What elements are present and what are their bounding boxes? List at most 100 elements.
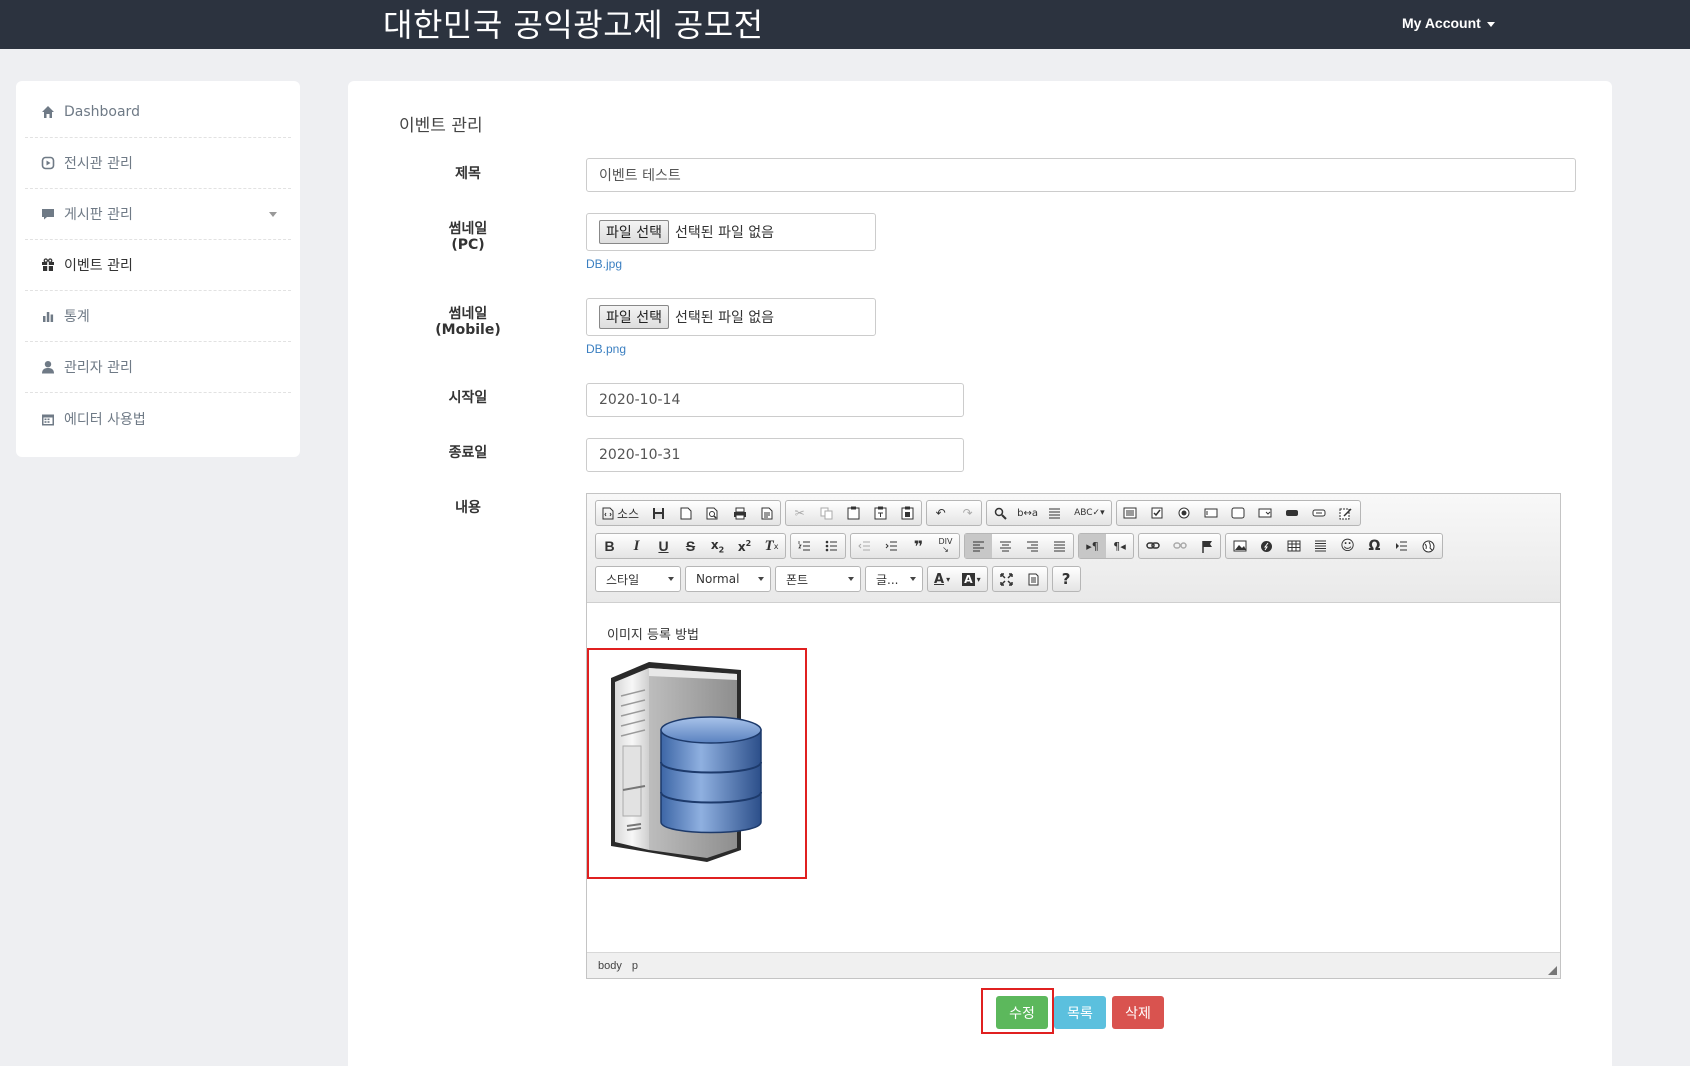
checkbox-icon[interactable] — [1144, 501, 1171, 525]
outdent-icon[interactable] — [851, 534, 878, 558]
list-button[interactable]: 목록 — [1054, 996, 1106, 1029]
my-account-dropdown[interactable]: My Account — [1402, 15, 1495, 31]
editor-status-bar: body p — [587, 952, 1560, 978]
element-path-p[interactable]: p — [632, 960, 638, 972]
horizontal-rule-icon[interactable] — [1307, 534, 1334, 558]
sidebar-item-editor-guide[interactable]: 에디터 사용법 — [25, 393, 291, 444]
numbered-list-icon[interactable] — [791, 534, 818, 558]
resize-handle-icon[interactable] — [1548, 966, 1557, 975]
title-input[interactable]: 이벤트 테스트 — [586, 158, 1576, 192]
sidebar-item-exhibition[interactable]: 전시관 관리 — [25, 138, 291, 189]
paste-word-icon[interactable] — [894, 501, 921, 525]
file-select-button[interactable]: 파일 선택 — [599, 220, 669, 244]
bold-icon[interactable]: B — [596, 534, 623, 558]
thumbnail-pc-file-link[interactable]: DB.jpg — [586, 257, 622, 271]
font-combo[interactable]: 폰트 — [775, 566, 861, 592]
sidebar-item-admin[interactable]: 관리자 관리 — [25, 342, 291, 393]
superscript-icon[interactable]: x2 — [731, 534, 758, 558]
toolbar-group-undo: ↶ ↷ — [926, 500, 983, 526]
smiley-icon[interactable]: ☺ — [1334, 534, 1361, 558]
templates-icon[interactable] — [753, 501, 780, 525]
sidebar-item-board[interactable]: 게시판 관리 — [25, 189, 291, 240]
text-direction-ltr-icon[interactable]: ▸¶ — [1079, 534, 1106, 558]
page-break-icon[interactable] — [1388, 534, 1415, 558]
delete-button[interactable]: 삭제 — [1112, 996, 1164, 1029]
chevron-down-icon — [910, 577, 916, 581]
underline-icon[interactable]: U — [650, 534, 677, 558]
radio-icon[interactable] — [1171, 501, 1198, 525]
format-combo[interactable]: Normal — [685, 566, 771, 592]
top-navbar: 대한민국 공익광고제 공모전 My Account — [0, 0, 1690, 49]
edit-button[interactable]: 수정 — [996, 996, 1048, 1029]
sidebar-item-stats[interactable]: 통계 — [25, 291, 291, 342]
show-blocks-icon[interactable] — [1020, 567, 1047, 591]
paste-text-icon[interactable] — [867, 501, 894, 525]
special-char-icon[interactable]: Ω — [1361, 534, 1388, 558]
form-icon[interactable] — [1117, 501, 1144, 525]
background-color-icon[interactable]: A ▾ — [956, 567, 987, 591]
strike-icon[interactable]: S — [677, 534, 704, 558]
maximize-icon[interactable] — [993, 567, 1020, 591]
align-right-icon[interactable] — [1019, 534, 1046, 558]
toolbar-group-about: ? — [1051, 566, 1081, 592]
thumbnail-mobile-file-input[interactable]: 파일 선택 선택된 파일 없음 — [586, 298, 876, 336]
preview-icon[interactable] — [699, 501, 726, 525]
sidebar-item-dashboard[interactable]: Dashboard — [25, 87, 291, 138]
find-icon[interactable] — [987, 501, 1014, 525]
replace-icon[interactable]: b↔a — [1014, 501, 1041, 525]
start-date-input[interactable]: 2020-10-14 — [586, 383, 964, 417]
print-icon[interactable] — [726, 501, 753, 525]
style-combo[interactable]: 스타일 — [595, 566, 681, 592]
editor-toolbar: 소스 ✂ ↶ ↷ b↔a ABC✓▾ B I U S x2 x2 T x ❞ D… — [587, 494, 1560, 603]
unlink-icon[interactable] — [1166, 534, 1193, 558]
source-button[interactable]: 소스 — [596, 501, 645, 525]
bulleted-list-icon[interactable] — [818, 534, 845, 558]
text-field-icon[interactable] — [1198, 501, 1225, 525]
editor-content-image[interactable] — [587, 648, 807, 879]
textarea-icon[interactable] — [1225, 501, 1252, 525]
paste-icon[interactable] — [840, 501, 867, 525]
button-field-icon[interactable] — [1279, 501, 1306, 525]
align-justify-icon[interactable] — [1046, 534, 1073, 558]
link-icon[interactable] — [1139, 534, 1166, 558]
save-icon[interactable] — [645, 501, 672, 525]
end-date-input[interactable]: 2020-10-31 — [586, 438, 964, 472]
thumbnail-mobile-file-link[interactable]: DB.png — [586, 342, 626, 356]
anchor-flag-icon[interactable] — [1193, 534, 1220, 558]
cut-icon[interactable]: ✂ — [786, 501, 813, 525]
help-button[interactable]: ? — [1053, 567, 1080, 591]
font-size-combo[interactable]: 글... — [865, 566, 923, 592]
select-field-icon[interactable] — [1252, 501, 1279, 525]
blockquote-icon[interactable]: ❞ — [905, 534, 932, 558]
image-button-icon[interactable] — [1306, 501, 1333, 525]
subscript-icon[interactable]: x2 — [704, 534, 731, 558]
table-icon[interactable] — [1280, 534, 1307, 558]
flash-icon[interactable] — [1253, 534, 1280, 558]
toolbar-group-clipboard: ✂ — [785, 500, 923, 526]
undo-icon[interactable]: ↶ — [927, 501, 954, 525]
align-center-icon[interactable] — [992, 534, 1019, 558]
spellcheck-icon[interactable]: ABC✓▾ — [1068, 501, 1111, 525]
align-left-icon[interactable] — [965, 534, 992, 558]
sidebar-item-event[interactable]: 이벤트 관리 — [25, 240, 291, 291]
toolbar-group-basicstyles: B I U S x2 x2 Tx — [595, 533, 786, 559]
iframe-globe-icon[interactable] — [1415, 534, 1442, 558]
thumbnail-pc-file-input[interactable]: 파일 선택 선택된 파일 없음 — [586, 213, 876, 251]
image-icon[interactable] — [1226, 534, 1253, 558]
editor-content-text[interactable]: 이미지 등록 방법 — [607, 624, 699, 643]
editor-content-area[interactable]: 이미지 등록 방법 — [587, 604, 1560, 952]
site-title[interactable]: 대한민국 공익광고제 공모전 — [383, 5, 764, 45]
select-all-icon[interactable] — [1041, 501, 1068, 525]
text-direction-rtl-icon[interactable]: ¶◂ — [1106, 534, 1133, 558]
redo-icon[interactable]: ↷ — [954, 501, 981, 525]
hidden-field-icon[interactable] — [1333, 501, 1360, 525]
file-select-button[interactable]: 파일 선택 — [599, 305, 669, 329]
italic-icon[interactable]: I — [623, 534, 650, 558]
copy-icon[interactable] — [813, 501, 840, 525]
indent-icon[interactable] — [878, 534, 905, 558]
remove-format-icon[interactable]: Tx — [758, 534, 785, 558]
new-page-icon[interactable] — [672, 501, 699, 525]
element-path-body[interactable]: body — [598, 960, 622, 972]
div-container-icon[interactable]: DIV ↘ — [932, 534, 959, 558]
text-color-icon[interactable]: A ▾ — [928, 567, 956, 591]
